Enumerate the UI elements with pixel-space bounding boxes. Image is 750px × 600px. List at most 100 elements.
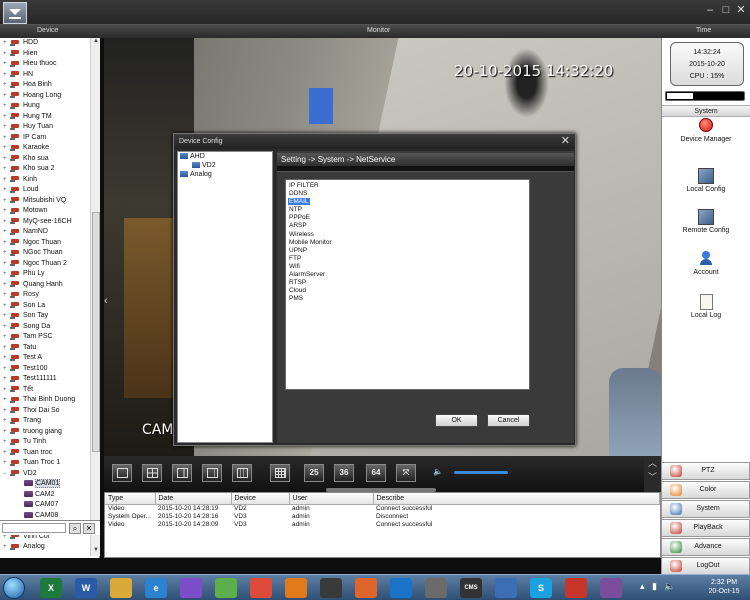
folder-icon[interactable]: [110, 578, 132, 598]
expand-toggle-icon[interactable]: +: [3, 385, 10, 396]
scroll-up-icon[interactable]: ▲: [91, 38, 101, 47]
netservice-item[interactable]: Mobile Monitor: [288, 239, 529, 247]
app-gray-icon[interactable]: [425, 578, 447, 598]
expand-toggle-icon[interactable]: +: [3, 112, 10, 123]
layout-16-button[interactable]: [270, 464, 290, 482]
expand-toggle-icon[interactable]: +: [3, 406, 10, 417]
app-red-icon[interactable]: [565, 578, 587, 598]
device-manager-button[interactable]: Device Manager: [662, 118, 750, 150]
netservice-item[interactable]: Wifi: [288, 263, 529, 271]
viber-icon[interactable]: [180, 578, 202, 598]
toolbar-scroll[interactable]: ︿ ﹀: [644, 456, 661, 492]
scroll-thumb[interactable]: [92, 212, 100, 452]
expand-toggle-icon[interactable]: +: [3, 280, 10, 291]
teamviewer-icon[interactable]: [390, 578, 412, 598]
device-item[interactable]: + Test A: [0, 353, 90, 364]
device-item[interactable]: + Karaoke: [0, 143, 90, 154]
netservice-item[interactable]: AlarmServer: [288, 271, 529, 279]
scroll-up-icon[interactable]: ︿: [644, 456, 661, 470]
local-log-button[interactable]: Local Log: [662, 294, 750, 326]
skype-icon[interactable]: S: [530, 578, 552, 598]
device-item[interactable]: + Kho sua: [0, 154, 90, 165]
expand-toggle-icon[interactable]: +: [3, 185, 10, 196]
layout-25-button[interactable]: 25: [304, 464, 324, 482]
device-tree-scrollbar[interactable]: ▲ ▼: [90, 38, 100, 556]
device-item[interactable]: + Loud: [0, 185, 90, 196]
fullscreen-icon[interactable]: ⤧: [396, 464, 416, 482]
expand-toggle-icon[interactable]: +: [3, 416, 10, 427]
app-blue-icon[interactable]: [495, 578, 517, 598]
dialog-close-icon[interactable]: ✕: [561, 134, 570, 149]
device-item[interactable]: + Thoi Dai So: [0, 406, 90, 417]
expand-toggle-icon[interactable]: +: [3, 206, 10, 217]
dialog-tree-item[interactable]: AHD: [178, 152, 272, 161]
device-item[interactable]: − VD2: [0, 469, 90, 480]
expand-toggle-icon[interactable]: +: [3, 248, 10, 259]
expand-toggle-icon[interactable]: +: [3, 290, 10, 301]
expand-toggle-icon[interactable]: +: [3, 542, 10, 553]
device-item[interactable]: + NGoc Thuan: [0, 248, 90, 259]
device-item[interactable]: + Quang Hanh: [0, 280, 90, 291]
cms-icon[interactable]: CMS: [460, 578, 482, 598]
layout-9-button[interactable]: [232, 464, 252, 482]
device-item[interactable]: + Son Tay: [0, 311, 90, 322]
log-row[interactable]: Video 2015-10-20 14:28:19 VD2 admin Connect …: [105, 504, 660, 513]
device-item[interactable]: + Hoa Binh: [0, 80, 90, 91]
volume-icon[interactable]: 🔈: [428, 464, 448, 482]
menu-system-button[interactable]: System: [661, 500, 750, 518]
log-header-device[interactable]: Device: [231, 493, 290, 505]
netservice-item[interactable]: EMAIL: [288, 198, 529, 206]
netservice-item[interactable]: RTSP: [288, 279, 529, 287]
excel-icon[interactable]: X: [40, 578, 62, 598]
start-button[interactable]: [3, 577, 25, 599]
local-config-button[interactable]: Local Config: [662, 168, 750, 200]
scroll-down-icon[interactable]: ▼: [91, 547, 101, 556]
device-item[interactable]: + HN: [0, 70, 90, 81]
firefox-icon[interactable]: [355, 578, 377, 598]
device-item[interactable]: + Hien: [0, 49, 90, 60]
expand-toggle-icon[interactable]: +: [3, 301, 10, 312]
device-item[interactable]: + Test100: [0, 364, 90, 375]
tray-network-icon[interactable]: ▮: [652, 581, 657, 592]
device-item[interactable]: + Test111111: [0, 374, 90, 385]
collapse-left-icon[interactable]: ‹: [104, 295, 108, 307]
device-item[interactable]: + Hung: [0, 101, 90, 112]
expand-toggle-icon[interactable]: +: [3, 427, 10, 438]
netservice-item[interactable]: Wireless: [288, 231, 529, 239]
expand-toggle-icon[interactable]: +: [3, 238, 10, 249]
device-item[interactable]: + IP Cam: [0, 133, 90, 144]
ie-icon[interactable]: e: [145, 578, 167, 598]
layout-36-button[interactable]: 36: [334, 464, 354, 482]
expand-toggle-icon[interactable]: +: [3, 38, 10, 49]
netservice-item[interactable]: IP FILTER: [288, 182, 529, 190]
device-item[interactable]: + Tam PSC: [0, 332, 90, 343]
tray-volume-icon[interactable]: 🔈: [664, 581, 675, 592]
expand-toggle-icon[interactable]: +: [3, 311, 10, 322]
app-purple-icon[interactable]: [600, 578, 622, 598]
camera-item[interactable]: CAM07: [0, 500, 90, 511]
app-orange-icon[interactable]: [285, 578, 307, 598]
volume-slider[interactable]: [454, 471, 508, 474]
clear-icon[interactable]: ✕: [83, 523, 95, 534]
expand-toggle-icon[interactable]: +: [3, 122, 10, 133]
expand-toggle-icon[interactable]: +: [3, 80, 10, 91]
device-item[interactable]: + Kho sua 2: [0, 164, 90, 175]
ok-button[interactable]: OK: [435, 414, 478, 427]
expand-toggle-icon[interactable]: +: [3, 458, 10, 469]
layout-64-button[interactable]: 64: [366, 464, 386, 482]
netservice-item[interactable]: NTP: [288, 206, 529, 214]
camera-item[interactable]: CAM2: [0, 490, 90, 501]
device-item[interactable]: + Trang: [0, 416, 90, 427]
dialog-tree-item[interactable]: Analog: [178, 170, 272, 179]
log-row[interactable]: System Oper... 2015-10-20 14:28:16 VD3 admi…: [105, 513, 660, 521]
device-item[interactable]: + MyQ-see-16CH: [0, 217, 90, 228]
device-item[interactable]: + HDD: [0, 38, 90, 49]
app-dark-icon[interactable]: [320, 578, 342, 598]
device-search-input[interactable]: [2, 523, 66, 533]
device-item[interactable]: + Son La: [0, 301, 90, 312]
netservice-item[interactable]: DDNS: [288, 190, 529, 198]
log-header-date[interactable]: Date: [155, 493, 232, 505]
account-button[interactable]: Account: [662, 251, 750, 283]
tray-arrow-icon[interactable]: ▴: [640, 581, 645, 592]
expand-toggle-icon[interactable]: +: [3, 437, 10, 448]
